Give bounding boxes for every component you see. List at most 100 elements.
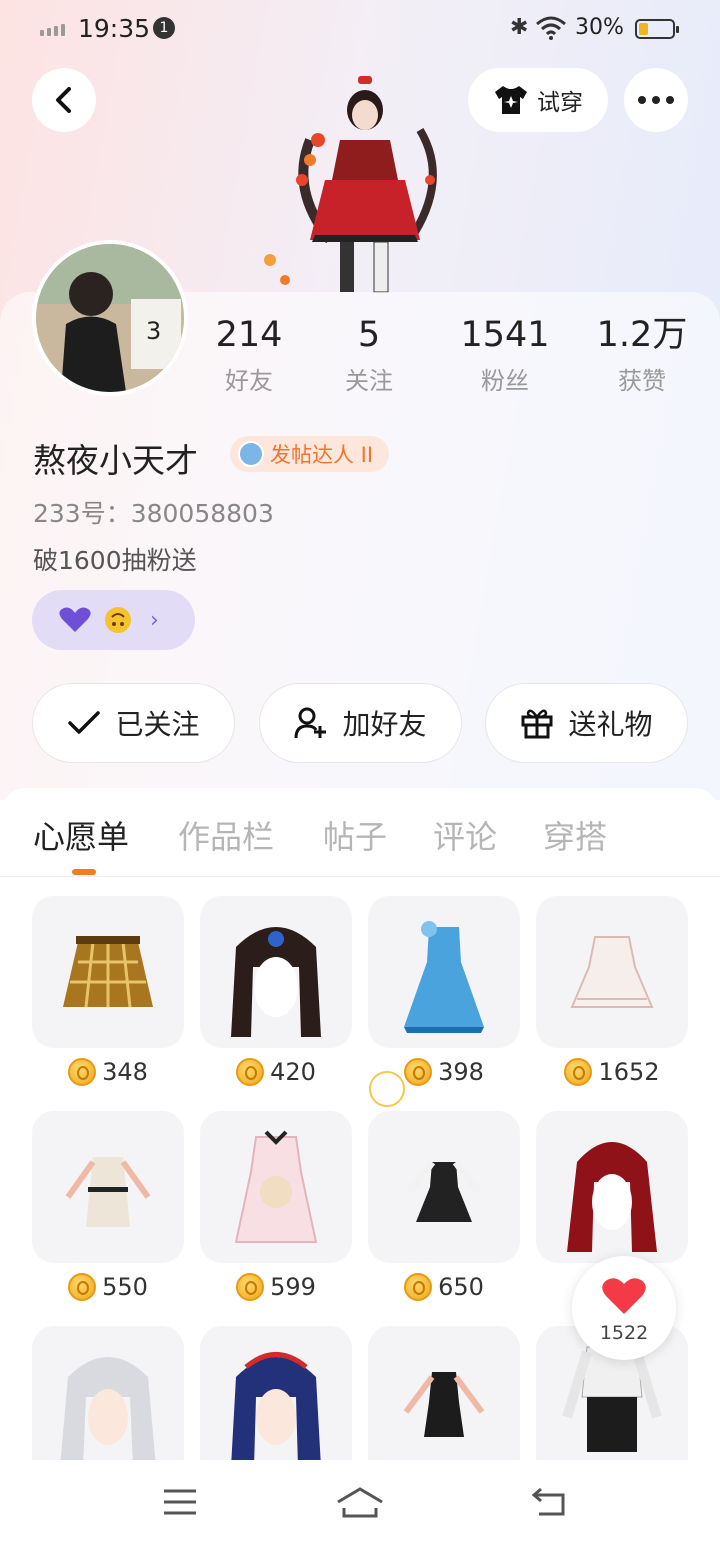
wishlist-item[interactable]: 550 bbox=[32, 1111, 184, 1301]
item-thumbnail bbox=[536, 1111, 688, 1263]
stat-value: 5 bbox=[357, 315, 381, 355]
item-thumbnail bbox=[368, 1111, 520, 1263]
status-tags-pill[interactable]: › bbox=[32, 590, 195, 650]
coin-icon bbox=[404, 1058, 433, 1086]
item-thumbnail bbox=[200, 1326, 352, 1478]
status-time: 19:35 bbox=[78, 14, 151, 43]
menu-button[interactable] bbox=[150, 1482, 210, 1522]
item-thumbnail bbox=[368, 896, 520, 1048]
item-thumbnail bbox=[200, 896, 352, 1048]
tab-works[interactable]: 作品栏 bbox=[178, 812, 274, 858]
silver-hair-image bbox=[60, 1357, 156, 1467]
red-hair-image bbox=[567, 1142, 657, 1252]
wishlist-item[interactable]: 420 bbox=[200, 896, 352, 1086]
item-thumbnail bbox=[536, 896, 688, 1048]
check-icon bbox=[68, 711, 101, 734]
tab-wishlist[interactable]: 心愿单 bbox=[33, 812, 129, 858]
stat-label: 粉丝 bbox=[481, 367, 529, 395]
pink-dress-image bbox=[234, 1130, 318, 1243]
poster-badge[interactable]: 发帖达人 II bbox=[230, 436, 390, 472]
stat-label: 好友 bbox=[225, 367, 273, 395]
stat-followers[interactable]: 1541 粉丝 bbox=[455, 315, 555, 396]
price-value: 650 bbox=[438, 1273, 484, 1301]
plaid-skirt-image bbox=[63, 936, 153, 1008]
send-gift-button[interactable]: 送礼物 bbox=[485, 683, 688, 763]
blue-dress-image bbox=[404, 921, 484, 1033]
wifi-icon bbox=[536, 16, 566, 40]
nickname: 熬夜小天才 bbox=[33, 441, 198, 480]
add-friend-label: 加好友 bbox=[342, 708, 427, 741]
wishlist-item[interactable] bbox=[536, 1111, 688, 1273]
like-count: 1522 bbox=[599, 1322, 649, 1344]
character-avatar-figure bbox=[264, 76, 437, 293]
item-price: 1652 bbox=[536, 1058, 688, 1086]
black-dress-image bbox=[405, 1159, 483, 1222]
heart-icon bbox=[602, 1278, 646, 1314]
item-price: 550 bbox=[32, 1273, 184, 1301]
stat-label: 获赞 bbox=[618, 367, 666, 395]
item-thumbnail bbox=[368, 1326, 520, 1478]
wishlist-item[interactable] bbox=[368, 1326, 520, 1478]
notification-count-badge: 1 bbox=[153, 17, 175, 39]
badge-label: 发帖达人 II bbox=[270, 443, 374, 467]
wishlist-item[interactable] bbox=[32, 1326, 184, 1478]
home-button[interactable] bbox=[330, 1482, 390, 1522]
heart-icon bbox=[59, 607, 91, 632]
menu-icon bbox=[164, 1489, 196, 1515]
send-gift-label: 送礼物 bbox=[568, 708, 653, 741]
tab-outfits[interactable]: 穿搭 bbox=[543, 812, 607, 858]
price-value: 348 bbox=[102, 1058, 148, 1086]
wishlist-item[interactable]: 348 bbox=[32, 896, 184, 1086]
user-id: 233号：380058803 bbox=[33, 499, 274, 528]
coin-icon bbox=[236, 1058, 265, 1086]
coin-icon bbox=[68, 1273, 97, 1301]
stat-likes[interactable]: 1.2万 获赞 bbox=[590, 315, 694, 396]
item-price: 420 bbox=[200, 1058, 352, 1086]
stat-following[interactable]: 5 关注 bbox=[330, 315, 408, 396]
followed-label: 已关注 bbox=[115, 708, 200, 741]
touch-indicator bbox=[369, 1071, 405, 1107]
bio: 破1600抽粉送 bbox=[33, 546, 197, 575]
wishlist-item[interactable]: 398 bbox=[368, 896, 520, 1086]
price-value: 1652 bbox=[598, 1058, 660, 1086]
wishlist-item[interactable]: 650 bbox=[368, 1111, 520, 1301]
item-thumbnail bbox=[32, 1111, 184, 1263]
tabs-divider bbox=[0, 876, 720, 877]
coin-icon bbox=[68, 1058, 97, 1086]
navy-hair-image bbox=[231, 1352, 321, 1467]
item-thumbnail bbox=[32, 1326, 184, 1478]
wishlist-item[interactable]: 599 bbox=[200, 1111, 352, 1301]
tab-posts[interactable]: 帖子 bbox=[323, 812, 387, 858]
item-price: 599 bbox=[200, 1273, 352, 1301]
back-button[interactable] bbox=[32, 68, 96, 132]
followed-button[interactable]: 已关注 bbox=[32, 683, 235, 763]
avatar[interactable]: 3 bbox=[32, 240, 188, 396]
gift-icon bbox=[521, 709, 553, 739]
battery-percent: 30% bbox=[575, 15, 624, 40]
more-icon bbox=[638, 96, 646, 104]
chevron-right-icon: › bbox=[150, 607, 159, 633]
add-friend-button[interactable]: 加好友 bbox=[259, 683, 462, 763]
more-options-button[interactable] bbox=[624, 68, 688, 132]
tab-comments[interactable]: 评论 bbox=[433, 812, 497, 858]
dark-hair-image bbox=[231, 927, 321, 1037]
home-icon bbox=[337, 1487, 383, 1518]
stat-label: 关注 bbox=[345, 367, 393, 395]
try-on-label: 试穿 bbox=[537, 90, 583, 116]
white-dress-image bbox=[570, 936, 654, 1008]
stat-friends[interactable]: 214 好友 bbox=[210, 315, 288, 396]
beige-outfit-image bbox=[65, 1157, 151, 1227]
coin-icon bbox=[404, 1273, 433, 1301]
price-value: 420 bbox=[270, 1058, 316, 1086]
stat-value: 1.2万 bbox=[596, 315, 688, 355]
like-button[interactable]: 1522 bbox=[572, 1256, 676, 1360]
coin-icon bbox=[564, 1058, 593, 1086]
item-price: 650 bbox=[368, 1273, 520, 1301]
return-icon bbox=[531, 1487, 565, 1516]
wishlist-item[interactable] bbox=[200, 1326, 352, 1478]
system-nav-bar bbox=[0, 1460, 720, 1544]
try-on-button[interactable]: 试穿 bbox=[468, 68, 608, 132]
wishlist-item[interactable]: 1652 bbox=[536, 896, 688, 1086]
back-nav-button[interactable] bbox=[518, 1482, 578, 1522]
upside-down-face-icon bbox=[105, 607, 131, 633]
